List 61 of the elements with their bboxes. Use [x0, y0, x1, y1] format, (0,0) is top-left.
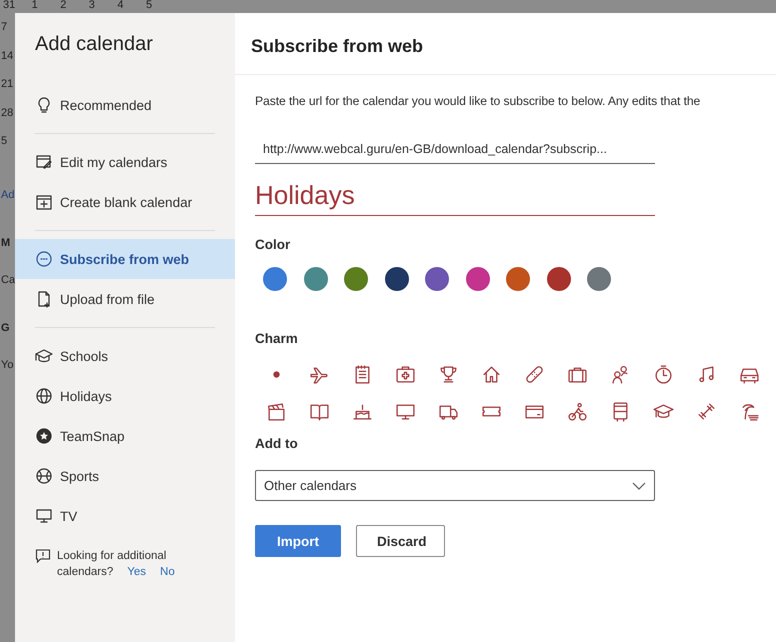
first-aid-kit-icon[interactable]	[395, 364, 416, 385]
feedback-link[interactable]: No	[160, 564, 175, 580]
sidebar-item[interactable]: Recommended	[15, 85, 235, 125]
feedback-link[interactable]: Yes	[127, 564, 146, 580]
stopwatch-icon[interactable]	[653, 364, 674, 385]
dumbbell-icon[interactable]	[696, 401, 717, 422]
import-button[interactable]: Import	[255, 525, 341, 557]
feedback-icon	[35, 548, 51, 564]
color-swatch[interactable]	[384, 267, 408, 291]
cyclist-icon[interactable]	[567, 401, 588, 422]
background-date: 14	[1, 48, 14, 64]
star-badge-icon	[34, 426, 54, 446]
sidebar-item[interactable]: Upload from file	[15, 279, 235, 319]
background-date: 5	[1, 134, 8, 149]
background-date: 7	[1, 20, 8, 35]
globe-icon	[34, 386, 54, 406]
background-date: 31	[3, 0, 16, 13]
dialog-title: Add calendar	[34, 32, 154, 57]
bandage-icon[interactable]	[524, 364, 545, 385]
feedback-text: calendars?	[57, 565, 114, 580]
background-date: 1	[32, 0, 39, 13]
background-date: 2	[60, 0, 68, 13]
clapperboard-icon[interactable]	[266, 401, 287, 422]
instructions-text: Paste the url for the calendar you would like to subscribe to below. Any edits that the	[255, 94, 702, 108]
color-swatch[interactable]	[506, 267, 530, 291]
charm-label: Charm	[255, 331, 299, 346]
sidebar-item[interactable]: Sports	[15, 456, 235, 496]
color-label: Color	[255, 237, 292, 252]
background-date: 3	[88, 0, 96, 13]
pane-title: Subscribe from web	[235, 13, 776, 75]
color-swatch[interactable]	[344, 267, 368, 291]
background-date: 21	[1, 77, 14, 92]
color-swatch[interactable]	[587, 267, 611, 291]
color-swatch[interactable]	[466, 267, 490, 291]
sidebar-item[interactable]: TV	[15, 496, 235, 536]
background-item: Ca	[1, 272, 16, 288]
sidebar-item[interactable]: Holidays	[15, 376, 235, 416]
discard-button[interactable]: Discard	[356, 525, 445, 557]
background-item: Yo	[1, 358, 14, 372]
background-date: 5	[146, 0, 154, 13]
globe-dash-icon	[34, 249, 54, 269]
sidebar-item[interactable]: Schools	[15, 336, 235, 376]
background-heading: G	[1, 321, 10, 336]
calendar-dropdown[interactable]: Other calendars	[255, 470, 655, 501]
color-swatch[interactable]	[425, 267, 449, 291]
sidebar-item[interactable]: Subscribe from web	[15, 239, 235, 279]
color-swatch[interactable]	[546, 267, 570, 291]
background-date: 4	[117, 0, 124, 13]
color-swatch[interactable]	[304, 267, 328, 291]
sidebar-item[interactable]: Edit my calendars	[15, 142, 235, 182]
trophy-icon[interactable]	[438, 364, 459, 385]
add-to-label: Add to	[255, 436, 299, 451]
sidebar-item[interactable]: TeamSnap	[15, 416, 235, 456]
house-icon[interactable]	[481, 364, 502, 385]
feedback-text: Looking for additional	[57, 549, 166, 564]
background-date: 28	[1, 106, 14, 120]
color-swatch[interactable]	[263, 267, 287, 291]
sidebar-item[interactable]: Create blank calendar	[15, 182, 235, 222]
ball-icon	[34, 466, 54, 486]
background-heading: M	[1, 236, 10, 251]
chevron-down-icon	[632, 482, 646, 490]
